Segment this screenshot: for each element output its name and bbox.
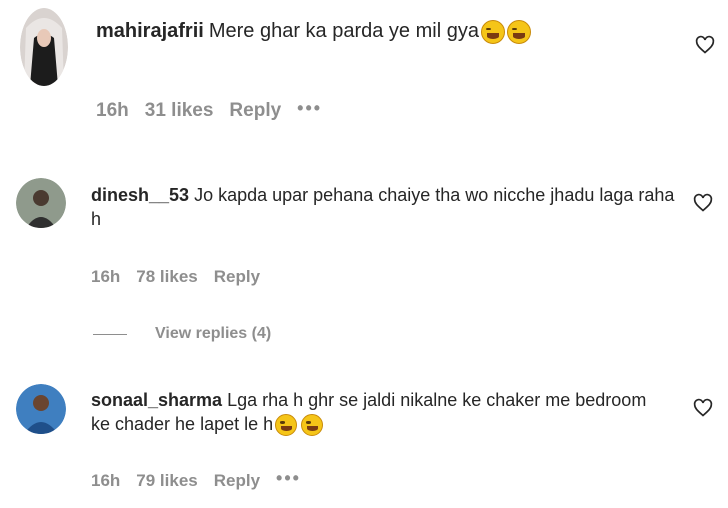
avatar[interactable] [16, 384, 66, 434]
comment-meta: 16h 78 likes Reply [91, 267, 276, 287]
view-replies-button[interactable]: View replies (4) [93, 325, 271, 343]
comment-time: 16h [91, 267, 121, 286]
laughing-emoji-icon [480, 19, 505, 44]
comment-text: sonaal_sharma Lga rha h ghr se jaldi nika… [91, 389, 651, 437]
laughing-emoji-icon [275, 414, 298, 436]
more-options-icon[interactable]: ••• [276, 469, 301, 487]
divider-line [93, 333, 127, 335]
comment-body: Mere ghar ka parda ye mil gya [208, 20, 479, 42]
comment-time: 16h [91, 471, 121, 490]
comment-username[interactable]: dinesh__53 [91, 185, 189, 205]
laughing-emoji-icon [506, 19, 531, 44]
avatar-photo [16, 178, 66, 228]
comment-text: dinesh__53 Jo kapda upar pehana chaiye th… [91, 184, 681, 232]
reply-button[interactable]: Reply [214, 267, 260, 287]
heart-outline-icon[interactable] [693, 398, 713, 423]
avatar[interactable] [20, 8, 68, 86]
reply-button[interactable]: Reply [214, 471, 260, 491]
avatar[interactable] [16, 178, 66, 228]
comment-username[interactable]: sonaal_sharma [91, 390, 222, 410]
heart-outline-icon[interactable] [693, 193, 713, 218]
comment-time: 16h [96, 100, 129, 121]
comment-likes[interactable]: 78 likes [136, 267, 197, 287]
more-options-icon[interactable]: ••• [297, 99, 322, 117]
comment-likes[interactable]: 79 likes [136, 471, 197, 491]
comment-username[interactable]: mahirajafrii [96, 20, 204, 42]
laughing-emoji-icon [301, 414, 324, 436]
reply-button[interactable]: Reply [229, 100, 281, 122]
avatar-photo [16, 384, 66, 434]
heart-outline-icon[interactable] [695, 34, 715, 61]
comment-meta: 16h 31 likes Reply ••• [96, 99, 338, 122]
comment-meta: 16h 79 likes Reply ••• [91, 469, 317, 491]
view-replies-label[interactable]: View replies (4) [155, 325, 271, 343]
avatar-photo [20, 8, 68, 86]
comment-text: mahirajafrii Mere ghar ka parda ye mil gy… [96, 18, 656, 44]
comment-likes[interactable]: 31 likes [145, 100, 214, 122]
